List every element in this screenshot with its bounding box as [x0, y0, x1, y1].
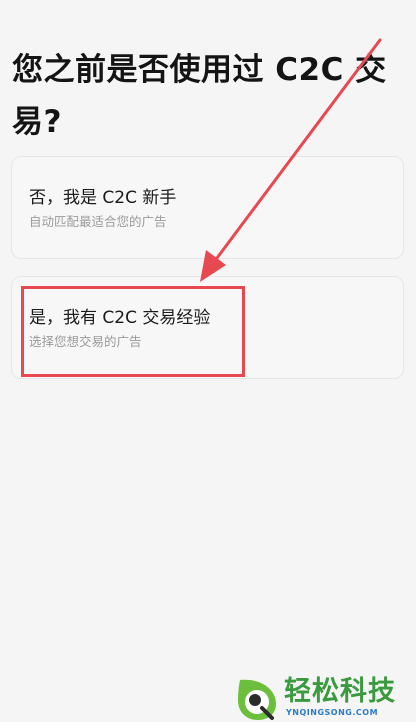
option-subtitle-experienced: 选择您想交易的广告 [29, 334, 142, 349]
option-title-experienced: 是，我有 C2C 交易经验 [29, 308, 211, 328]
option-title-beginner: 否，我是 C2C 新手 [29, 188, 177, 208]
option-card-beginner[interactable]: 否，我是 C2C 新手 自动匹配最适合您的广告 [11, 156, 404, 259]
option-subtitle-beginner: 自动匹配最适合您的广告 [29, 214, 167, 229]
watermark-name: 轻松科技 [284, 676, 396, 707]
leaf-logo-icon [238, 679, 276, 720]
page-title: 您之前是否使用过 C2C 交易? [12, 52, 387, 140]
watermark-url: YNQINGSONG.COM [286, 708, 379, 717]
option-card-experienced[interactable]: 是，我有 C2C 交易经验 选择您想交易的广告 [11, 276, 404, 379]
watermark: 轻松科技 YNQINGSONG.COM [232, 674, 416, 722]
